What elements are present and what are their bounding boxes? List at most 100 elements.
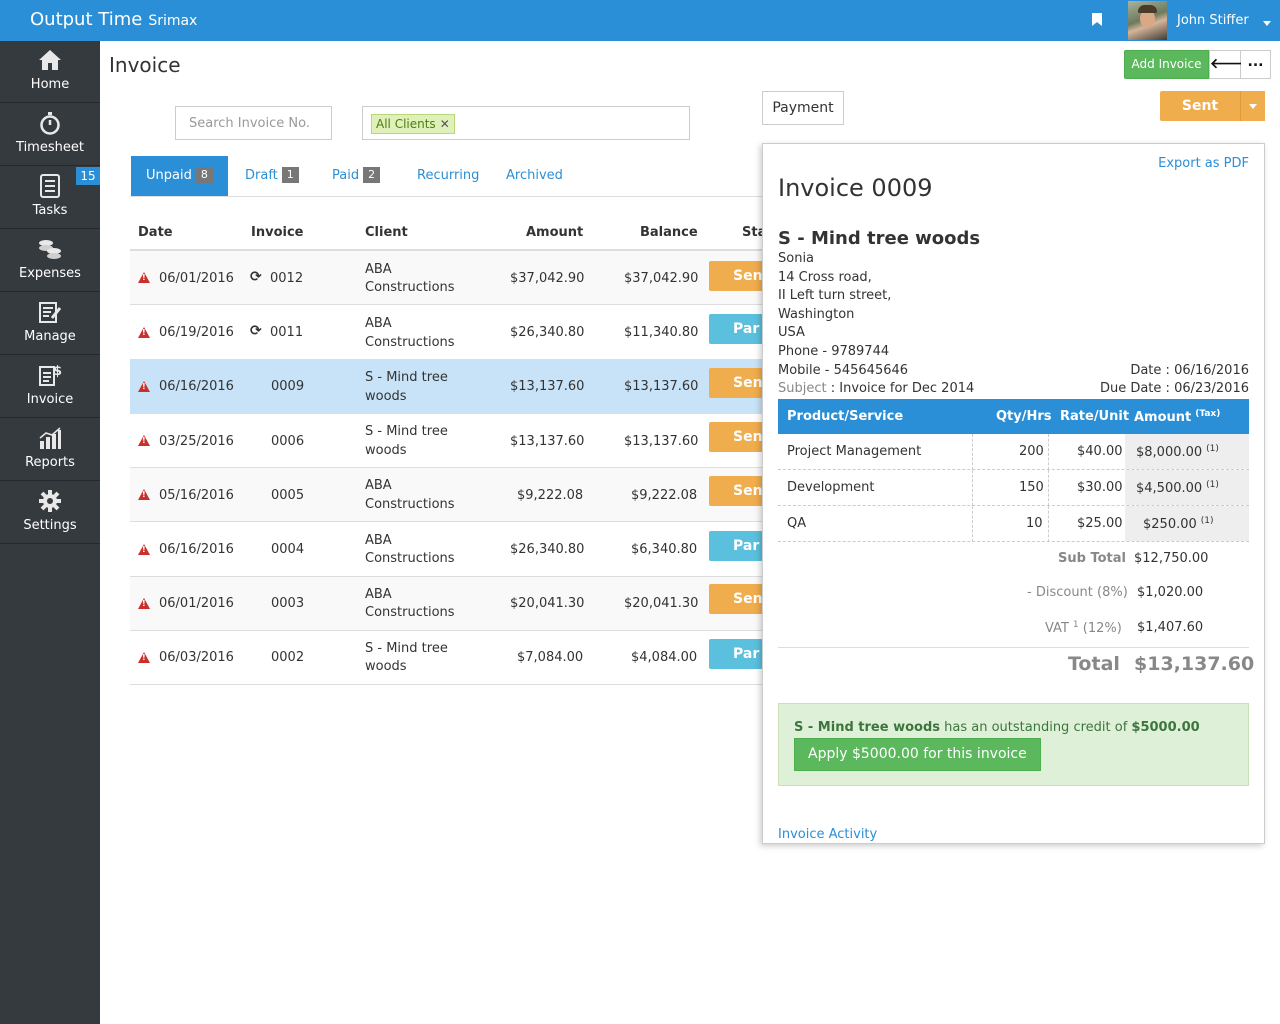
sidebar-item-expenses[interactable]: Expenses xyxy=(0,230,100,292)
sidebar-item-label: Settings xyxy=(23,518,77,533)
line-item-amount: $8,000.00 (1) xyxy=(1136,444,1219,460)
app-name: Output Time xyxy=(30,9,143,30)
table-row[interactable]: 06/16/2016 0004 ABA Constructions $26,34… xyxy=(130,523,765,577)
row-invoice-number: 0002 xyxy=(271,650,305,665)
row-client-line2: woods xyxy=(365,443,407,458)
app-title[interactable]: Output Time Srimax xyxy=(30,9,197,30)
row-balance: $13,137.60 xyxy=(624,434,699,449)
tab-paid[interactable]: Paid 2 xyxy=(332,156,381,196)
line-item-tax: (1) xyxy=(1206,480,1219,490)
tab-label: Draft xyxy=(245,168,278,183)
row-status-button[interactable]: Sent xyxy=(709,584,765,614)
add-invoice-button[interactable]: Add Invoice xyxy=(1124,50,1209,79)
reports-icon xyxy=(39,427,61,449)
row-status-button[interactable]: Sent xyxy=(709,422,765,452)
coins-icon xyxy=(39,240,61,259)
back-arrow-icon[interactable]: 🡐 xyxy=(1209,50,1248,79)
sidebar-item-invoice[interactable]: $ Invoice xyxy=(0,356,100,418)
avatar[interactable] xyxy=(1128,1,1167,40)
table-row-selected[interactable]: 06/16/2016 0009 S - Mind tree woods $13,… xyxy=(130,360,765,414)
row-invoice-number: 0006 xyxy=(271,434,305,449)
row-status-button[interactable]: Sent xyxy=(709,368,765,398)
apply-credit-button[interactable]: Apply $5000.00 for this invoice xyxy=(794,738,1041,771)
row-amount: $26,340.80 xyxy=(510,542,585,557)
home-icon xyxy=(39,50,61,70)
tab-label: Archived xyxy=(506,168,563,183)
vat-value: $1,407.60 xyxy=(1137,620,1204,635)
sidebar-item-label: Timesheet xyxy=(16,140,84,155)
tab-archived[interactable]: Archived xyxy=(506,156,563,196)
sidebar-item-home[interactable]: Home xyxy=(0,41,100,103)
column-header-date[interactable]: Date xyxy=(138,225,173,240)
client-filter-input[interactable]: All Clients ✕ xyxy=(362,106,690,140)
sidebar-item-label: Reports xyxy=(25,455,75,470)
items-header-rate: Rate/Unit xyxy=(1060,409,1130,424)
warning-icon xyxy=(138,272,150,283)
row-date: 06/01/2016 xyxy=(159,271,234,286)
bookmark-icon[interactable] xyxy=(1092,13,1102,26)
user-name[interactable]: John Stiffer xyxy=(1177,13,1249,28)
row-amount: $9,222.08 xyxy=(517,488,584,503)
remove-tag-icon[interactable]: ✕ xyxy=(440,117,450,131)
subject-value: : Invoice for Dec 2014 xyxy=(830,381,975,396)
chevron-down-icon[interactable] xyxy=(1263,21,1271,26)
column-header-amount[interactable]: Amount xyxy=(526,225,583,240)
org-name: Srimax xyxy=(148,13,198,29)
table-row[interactable]: 05/16/2016 0005 ABA Constructions $9,222… xyxy=(130,468,765,522)
column-header-client[interactable]: Client xyxy=(365,225,408,240)
line-item-tax: (1) xyxy=(1200,516,1214,526)
table-row[interactable]: 06/01/2016 ⟳ 0012 ABA Constructions $37,… xyxy=(130,251,765,305)
sidebar-item-reports[interactable]: Reports xyxy=(0,419,100,481)
subject-label: Subject xyxy=(778,381,827,396)
items-header-product: Product/Service xyxy=(787,409,904,424)
page-title: Invoice xyxy=(109,53,181,77)
sidebar: Home Timesheet 15 Tasks Expenses Manage … xyxy=(0,41,100,1024)
line-item-row: Project Management 200 $40.00 $8,000.00(… xyxy=(778,434,1249,470)
line-item-rate: $40.00 xyxy=(1077,444,1123,459)
row-status-button[interactable]: Par xyxy=(709,531,765,561)
table-row[interactable]: 06/19/2016 ⟳ 0011 ABA Constructions $26,… xyxy=(130,306,765,360)
sidebar-item-settings[interactable]: Settings xyxy=(0,482,100,544)
warning-icon xyxy=(138,489,150,500)
export-pdf-link[interactable]: Export as PDF xyxy=(1158,156,1249,171)
row-status-button[interactable]: Par xyxy=(709,639,765,669)
payment-button[interactable]: Payment xyxy=(762,91,844,125)
address-line: Washington xyxy=(778,307,855,322)
status-dropdown-button[interactable] xyxy=(1240,91,1265,121)
column-header-invoice[interactable]: Invoice xyxy=(251,225,303,240)
row-date: 06/16/2016 xyxy=(159,379,234,394)
row-balance: $9,222.08 xyxy=(631,488,698,503)
recurring-icon: ⟳ xyxy=(250,323,262,339)
due-date-value: 06/23/2016 xyxy=(1174,381,1249,396)
table-row[interactable]: 06/01/2016 0003 ABA Constructions $20,04… xyxy=(130,577,765,631)
sent-status-button[interactable]: Sent xyxy=(1160,91,1240,121)
more-options-button[interactable]: ... xyxy=(1241,50,1271,79)
tab-draft[interactable]: Draft 1 xyxy=(245,156,299,196)
row-client: ABA xyxy=(365,478,392,493)
row-status-button[interactable]: Sent xyxy=(709,261,765,291)
row-client: S - Mind tree xyxy=(365,424,448,439)
warning-icon xyxy=(138,544,150,555)
row-client: ABA xyxy=(365,316,392,331)
row-balance: $37,042.90 xyxy=(624,271,699,286)
table-row[interactable]: 03/25/2016 0006 S - Mind tree woods $13,… xyxy=(130,414,765,468)
row-invoice-number: 0011 xyxy=(270,325,304,340)
tab-recurring[interactable]: Recurring xyxy=(417,156,479,196)
invoice-activity-link[interactable]: Invoice Activity xyxy=(778,827,877,842)
sidebar-item-timesheet[interactable]: Timesheet xyxy=(0,104,100,166)
sidebar-item-label: Expenses xyxy=(19,266,81,281)
line-item-name: QA xyxy=(787,516,807,531)
row-client-line2: Constructions xyxy=(365,605,455,620)
tab-count-badge: 2 xyxy=(363,167,381,183)
sidebar-item-manage[interactable]: Manage xyxy=(0,293,100,355)
row-status-button[interactable]: Par xyxy=(709,314,765,344)
column-header-balance[interactable]: Balance xyxy=(640,225,698,240)
row-client-line2: woods xyxy=(365,659,407,674)
table-row[interactable]: 06/03/2016 0002 S - Mind tree woods $7,0… xyxy=(130,631,765,685)
sidebar-item-tasks[interactable]: 15 Tasks xyxy=(0,167,100,229)
items-table-header: Product/Service Qty/Hrs Rate/Unit Amount… xyxy=(778,399,1249,434)
row-status-button[interactable]: Sent xyxy=(709,476,765,506)
invoice-date-label: Date : xyxy=(1130,363,1170,378)
tab-unpaid[interactable]: Unpaid 8 xyxy=(131,156,228,196)
search-invoice-input[interactable] xyxy=(175,106,332,140)
